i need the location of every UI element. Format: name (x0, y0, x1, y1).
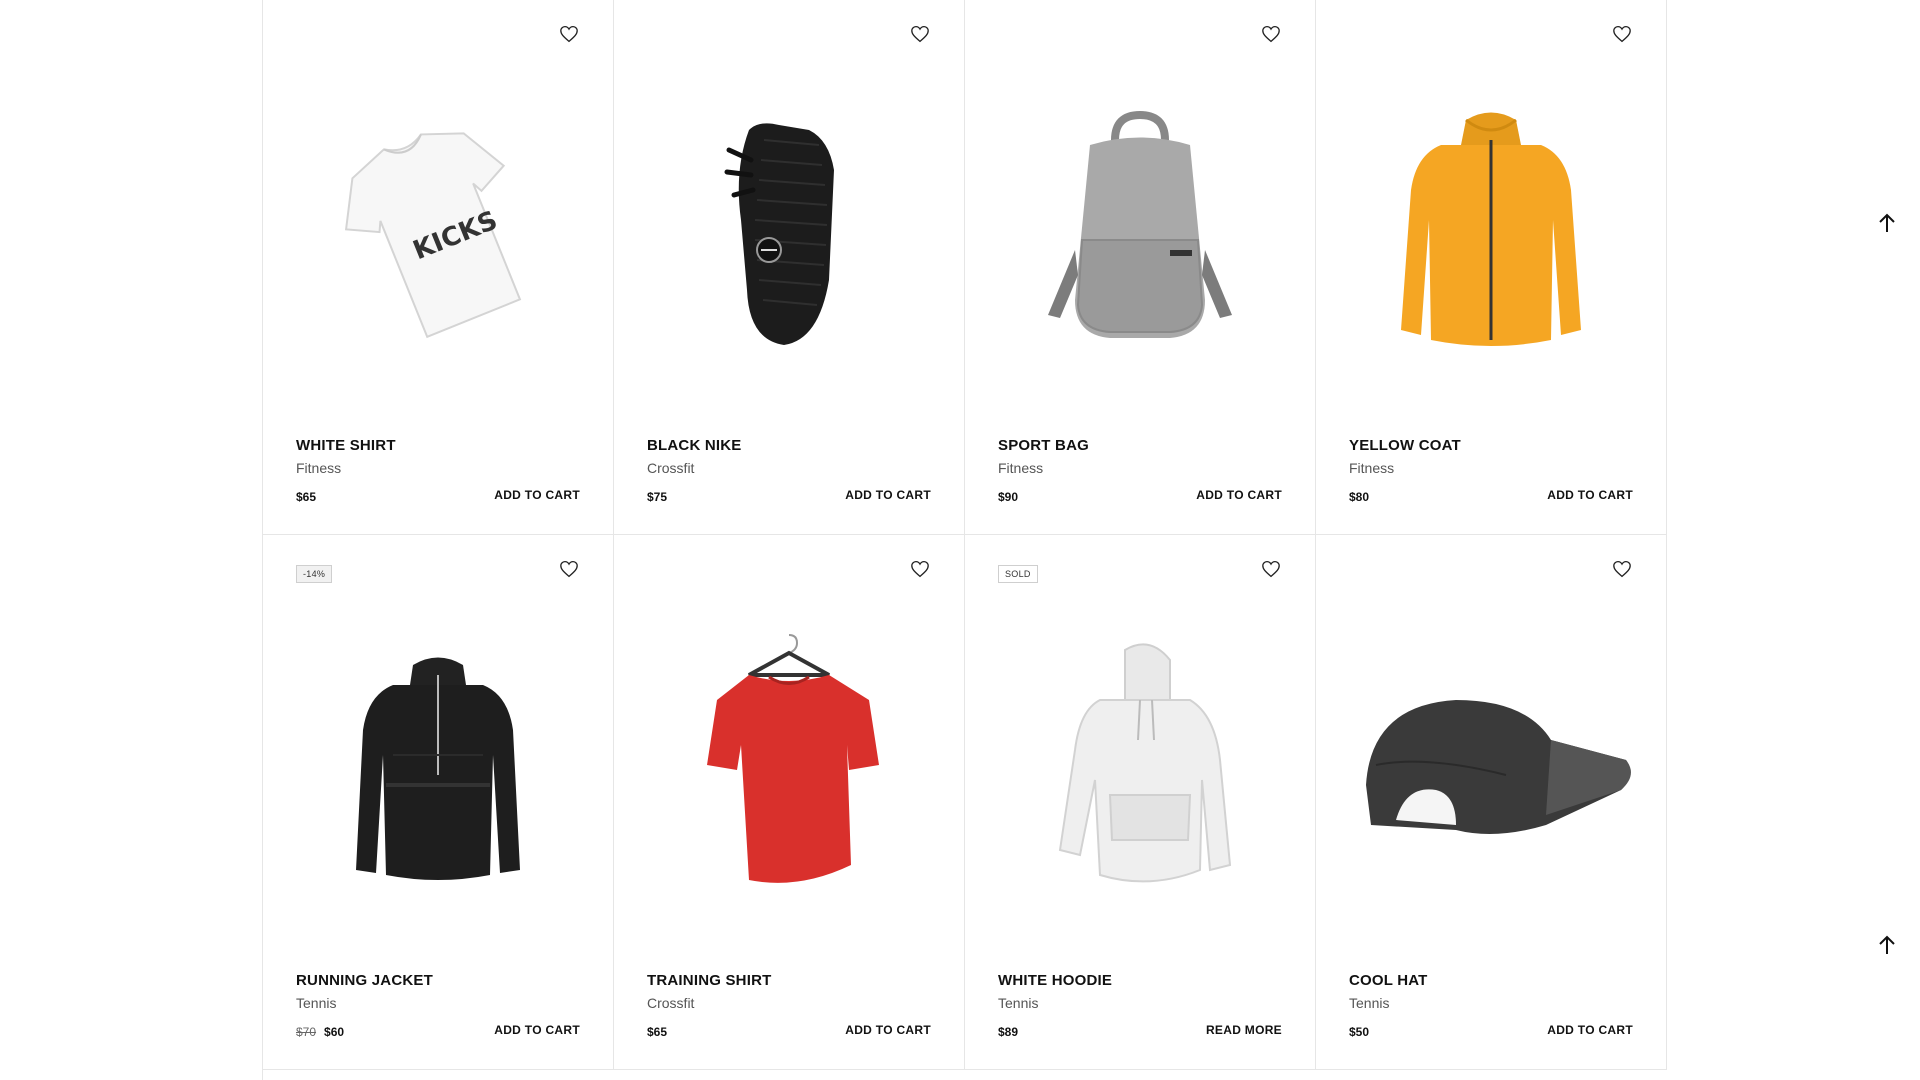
sale-price: $60 (324, 1025, 345, 1039)
product-name[interactable]: WHITE HOODIE (998, 972, 1112, 989)
add-to-cart-button[interactable]: ADD TO CART (845, 488, 931, 502)
wishlist-heart-icon[interactable] (1260, 559, 1282, 579)
product-card[interactable]: TRAINING SHIRT Crossfit $65 ADD TO CART (614, 535, 965, 1070)
product-price: $65 (296, 490, 317, 504)
product-category: Fitness (1349, 460, 1395, 476)
product-price: $80 (1349, 490, 1370, 504)
product-card[interactable]: COOL HAT Tennis $50 ADD TO CART (1316, 535, 1667, 1070)
product-image-red-tshirt[interactable] (644, 595, 934, 935)
product-name[interactable]: SPORT BAG (998, 437, 1089, 454)
product-card[interactable]: KICKS WHITE SHIRT Fitness $65 ADD TO CAR… (263, 0, 614, 535)
wishlist-heart-icon[interactable] (909, 559, 931, 579)
product-category: Crossfit (647, 995, 695, 1011)
product-image-black-cap[interactable] (1346, 595, 1636, 935)
product-price: $50 (1349, 1025, 1370, 1039)
add-to-cart-button[interactable]: ADD TO CART (1196, 488, 1282, 502)
product-category: Tennis (998, 995, 1039, 1011)
product-name[interactable]: TRAINING SHIRT (647, 972, 771, 989)
discount-badge: -14% (296, 565, 333, 583)
product-price: $70 $60 (296, 1025, 344, 1039)
product-image-white-tshirt[interactable]: KICKS (293, 60, 583, 400)
wishlist-heart-icon[interactable] (1611, 24, 1633, 44)
product-price: $75 (647, 490, 668, 504)
product-card[interactable]: SPORT BAG Fitness $90 ADD TO CART (965, 0, 1316, 535)
product-price: $65 (647, 1025, 668, 1039)
product-image-black-jacket[interactable] (293, 595, 583, 935)
product-category: Fitness (296, 460, 342, 476)
product-card[interactable]: YELLOW COAT Fitness $80 ADD TO CART (1316, 0, 1667, 535)
sold-badge: SOLD (998, 565, 1038, 583)
product-card[interactable]: BLACK NIKE Crossfit $75 ADD TO CART (614, 0, 965, 535)
back-to-top-arrow-up-icon[interactable] (1874, 210, 1900, 236)
wishlist-heart-icon[interactable] (558, 559, 580, 579)
back-to-top-arrow-up-icon[interactable] (1874, 932, 1900, 958)
product-card[interactable]: -14% RUNNING JACKET Tennis $70 $60 ADD TO… (263, 535, 614, 1070)
add-to-cart-button[interactable]: ADD TO CART (845, 1023, 931, 1037)
product-category: Tennis (1349, 995, 1390, 1011)
product-grid: KICKS WHITE SHIRT Fitness $65 ADD TO CAR… (262, 0, 1669, 1080)
product-name[interactable]: YELLOW COAT (1349, 437, 1461, 454)
product-name[interactable]: BLACK NIKE (647, 437, 742, 454)
add-to-cart-button[interactable]: ADD TO CART (494, 1023, 580, 1037)
product-price: $90 (998, 490, 1019, 504)
product-price: $89 (998, 1025, 1019, 1039)
product-name[interactable]: WHITE SHIRT (296, 437, 396, 454)
wishlist-heart-icon[interactable] (558, 24, 580, 44)
read-more-button[interactable]: READ MORE (1206, 1023, 1282, 1037)
product-name[interactable]: COOL HAT (1349, 972, 1428, 989)
product-card[interactable]: SOLD WHITE HOODIE Tennis $89 READ MORE (965, 535, 1316, 1070)
wishlist-heart-icon[interactable] (1260, 24, 1282, 44)
product-category: Fitness (998, 460, 1044, 476)
add-to-cart-button[interactable]: ADD TO CART (1547, 488, 1633, 502)
product-image-grey-backpack[interactable] (995, 60, 1285, 400)
add-to-cart-button[interactable]: ADD TO CART (494, 488, 580, 502)
product-image-yellow-jacket[interactable] (1346, 60, 1636, 400)
product-category: Crossfit (647, 460, 695, 476)
product-image-black-sneaker[interactable] (644, 60, 934, 400)
product-category: Tennis (296, 995, 337, 1011)
wishlist-heart-icon[interactable] (1611, 559, 1633, 579)
wishlist-heart-icon[interactable] (909, 24, 931, 44)
product-name[interactable]: RUNNING JACKET (296, 972, 433, 989)
original-price: $70 (296, 1025, 317, 1039)
add-to-cart-button[interactable]: ADD TO CART (1547, 1023, 1633, 1037)
product-image-white-hoodie[interactable] (995, 595, 1285, 935)
